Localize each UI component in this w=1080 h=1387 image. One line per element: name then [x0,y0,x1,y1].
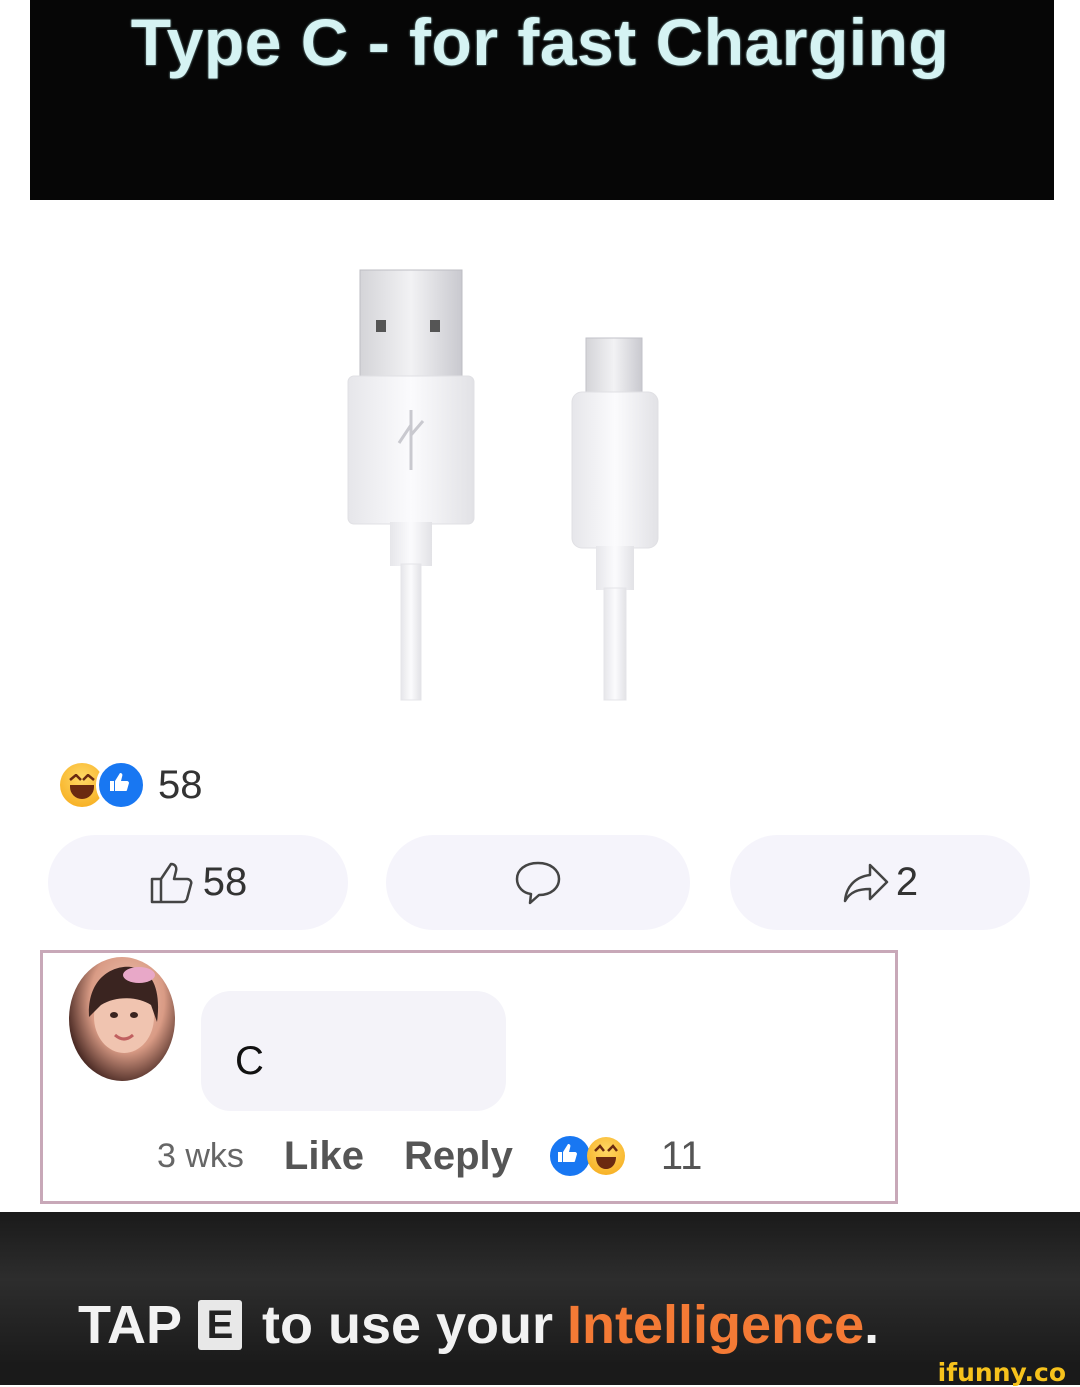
haha-emoji-icon [586,1137,625,1175]
top-banner: Type C - for fast Charging [0,0,1080,200]
reaction-count: 58 [158,762,203,807]
share-arrow-icon [843,863,889,902]
like-button[interactable]: 58 [48,835,348,930]
comment-reply-link[interactable]: Reply [404,1134,513,1179]
comment-button[interactable] [386,835,690,930]
bottom-caption-bar: TAP E to use your Intelligence . [0,1212,1080,1362]
comment-bubble-icon [515,861,561,904]
usb-c-cable [571,337,659,701]
comment-reactions[interactable]: 11 [546,1133,703,1179]
like-emoji-icon [96,760,146,810]
comment-reaction-count: 11 [660,1133,703,1178]
e-key-icon: E [198,1300,242,1350]
comment-meta: 3 wks Like Reply 11 [157,1131,702,1181]
ifunny-watermark: ifunny.co [937,1358,1066,1387]
caption-middle: to use your [262,1295,554,1355]
avatar[interactable] [69,957,175,1081]
thumbs-up-icon [150,862,193,903]
comment-like-link[interactable]: Like [284,1134,364,1179]
footer-bar: ifunny.co [0,1358,1080,1387]
comment-bubble: C [201,991,506,1111]
reaction-summary[interactable]: 58 [60,755,203,815]
usb-cables-image [347,269,659,701]
comment-box: C 3 wks Like Reply 11 [40,950,898,1204]
like-count: 58 [202,860,248,904]
caption-period: . [864,1295,880,1355]
share-button[interactable]: 2 [730,835,1030,930]
caption-highlight: Intelligence [567,1295,865,1355]
bottom-caption: TAP E to use your Intelligence . [78,1294,879,1356]
post-headline: Type C - for fast Charging [130,5,950,79]
comment-timestamp: 3 wks [157,1136,244,1175]
usb-a-cable [347,269,475,701]
comment-text: C [235,1039,264,1083]
share-count: 2 [895,860,919,904]
caption-tap: TAP [78,1295,182,1355]
